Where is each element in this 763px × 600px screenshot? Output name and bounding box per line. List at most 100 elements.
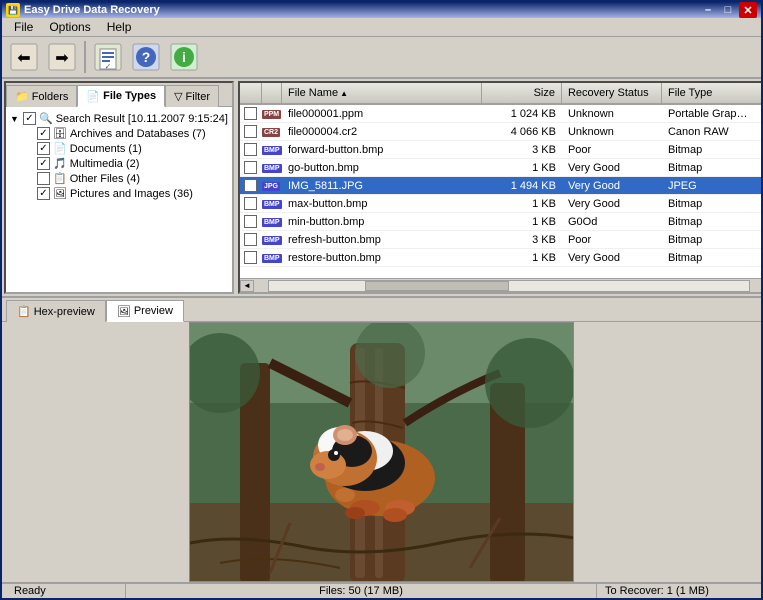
file-type-icon: JPG xyxy=(262,180,282,191)
menu-options[interactable]: Options xyxy=(41,18,98,36)
cell-status: Very Good xyxy=(562,251,662,265)
menu-help[interactable]: Help xyxy=(99,18,140,36)
scroll-left-arrow[interactable]: ◄ xyxy=(240,280,254,292)
forward-icon: ➡ xyxy=(48,43,76,71)
maximize-button[interactable]: □ xyxy=(719,2,737,18)
table-row[interactable]: BMP forward-button.bmp 3 KB Poor Bitmap xyxy=(240,141,762,159)
help-icon: ? xyxy=(132,43,160,71)
table-row[interactable]: BMP min-button.bmp 1 KB G0Od Bitmap xyxy=(240,213,762,231)
col-header-status[interactable]: Recovery Status xyxy=(562,83,662,103)
file-type-icon: CR2 xyxy=(262,126,282,137)
file-type-icon: BMP xyxy=(262,252,282,263)
file-type-icon: BMP xyxy=(262,144,282,155)
tree-item-archives[interactable]: ✓ 🗄 Archives and Databases (7) xyxy=(24,126,228,141)
svg-text:i: i xyxy=(182,49,186,65)
archives-checkbox[interactable]: ✓ xyxy=(37,127,50,140)
tab-filter[interactable]: ▽ Filter xyxy=(165,85,219,107)
documents-label: Documents (1) xyxy=(70,143,142,155)
col-type-label: File Type xyxy=(668,87,712,99)
tab-hex-preview[interactable]: 📋 Hex-preview xyxy=(6,300,106,322)
row-checkbox[interactable] xyxy=(240,233,262,246)
cell-filename: file000001.ppm xyxy=(282,107,482,121)
menu-file[interactable]: File xyxy=(6,18,41,36)
table-row[interactable]: ✓ JPG IMG_5811.JPG 1 494 KB Very Good JP… xyxy=(240,177,762,195)
info-button[interactable]: i xyxy=(166,39,202,75)
folder-tab-icon: 📁 xyxy=(15,90,29,103)
cell-status: Very Good xyxy=(562,161,662,175)
table-row[interactable]: BMP refresh-button.bmp 3 KB Poor Bitmap xyxy=(240,231,762,249)
multimedia-checkbox[interactable]: ✓ xyxy=(37,157,50,170)
info-icon: i xyxy=(170,43,198,71)
cell-type: Bitmap xyxy=(662,161,762,175)
table-row[interactable]: BMP go-button.bmp 1 KB Very Good Bitmap xyxy=(240,159,762,177)
cell-status: Poor xyxy=(562,233,662,247)
row-checkbox[interactable]: ✓ xyxy=(240,179,262,192)
cell-type: Bitmap xyxy=(662,215,762,229)
cell-filename: refresh-button.bmp xyxy=(282,233,482,247)
horizontal-scrollbar[interactable]: ◄ ► xyxy=(240,278,763,292)
tree-root[interactable]: ▼ ✓ 🔍 Search Result [10.11.2007 9:15:24] xyxy=(10,111,228,126)
cell-status: G0Od xyxy=(562,215,662,229)
tree-item-multimedia[interactable]: ✓ 🎵 Multimedia (2) xyxy=(24,156,228,171)
status-recover-text: To Recover: 1 (1 MB) xyxy=(605,585,709,597)
col-header-name[interactable]: File Name ▲ xyxy=(282,83,482,103)
status-ready: Ready xyxy=(6,584,126,598)
pictures-checkbox[interactable]: ✓ xyxy=(37,187,50,200)
folder-tab-label: Folders xyxy=(32,91,69,103)
tree-root-checkbox[interactable]: ✓ xyxy=(23,112,36,125)
col-header-size[interactable]: Size xyxy=(482,83,562,103)
tab-filetypes[interactable]: 📄 File Types xyxy=(77,85,165,107)
documents-checkbox[interactable]: ✓ xyxy=(37,142,50,155)
tree-item-other[interactable]: 📋 Other Files (4) xyxy=(24,171,228,186)
tree-root-expand[interactable]: ▼ xyxy=(10,114,20,124)
cell-type: Bitmap xyxy=(662,197,762,211)
sort-arrow-icon: ▲ xyxy=(340,89,348,98)
row-checkbox[interactable] xyxy=(240,161,262,174)
file-rows-area: PPM file000001.ppm 1 024 KB Unknown Port… xyxy=(240,105,762,278)
row-checkbox[interactable] xyxy=(240,125,262,138)
row-checkbox[interactable] xyxy=(240,107,262,120)
col-header-type[interactable]: File Type xyxy=(662,83,762,103)
title-bar: 💾 Easy Drive Data Recovery – □ ✕ xyxy=(2,2,761,18)
file-list-container: File Name ▲ Size Recovery Status File Ty… xyxy=(240,83,763,278)
table-row[interactable]: BMP max-button.bmp 1 KB Very Good Bitmap xyxy=(240,195,762,213)
row-checkbox[interactable] xyxy=(240,215,262,228)
tree-item-pictures[interactable]: ✓ 🖼 Pictures and Images (36) xyxy=(24,186,228,201)
toolbar-separator xyxy=(84,41,86,73)
table-row[interactable]: BMP restore-button.bmp 1 KB Very Good Bi… xyxy=(240,249,762,267)
preview-tab-bar: 📋 Hex-preview 🖼 Preview xyxy=(2,298,761,322)
close-button[interactable]: ✕ xyxy=(739,2,757,18)
table-row[interactable]: CR2 file000004.cr2 4 066 KB Unknown Cano… xyxy=(240,123,762,141)
svg-text:⬅: ⬅ xyxy=(17,50,30,67)
file-type-icon: BMP xyxy=(262,234,282,245)
file-type-icon: BMP xyxy=(262,216,282,227)
file-type-icon: BMP xyxy=(262,198,282,209)
horiz-scroll-track[interactable] xyxy=(268,280,750,292)
tab-folders[interactable]: 📁 Folders xyxy=(6,85,77,107)
minimize-button[interactable]: – xyxy=(699,2,717,18)
help-button[interactable]: ? xyxy=(128,39,164,75)
row-checkbox[interactable] xyxy=(240,143,262,156)
table-row[interactable]: PPM file000001.ppm 1 024 KB Unknown Port… xyxy=(240,105,762,123)
file-list-inner: File Name ▲ Size Recovery Status File Ty… xyxy=(240,83,762,278)
left-panel: 📁 Folders 📄 File Types ▽ Filter ▼ ✓ 🔍 xyxy=(4,81,234,294)
tree-item-documents[interactable]: ✓ 📄 Documents (1) xyxy=(24,141,228,156)
row-checkbox[interactable] xyxy=(240,197,262,210)
cell-size: 1 KB xyxy=(482,215,562,229)
cell-size: 3 KB xyxy=(482,233,562,247)
recover-icon: ✓ xyxy=(94,43,122,71)
cell-size: 1 024 KB xyxy=(482,107,562,121)
cell-type: Portable Grap… xyxy=(662,107,762,121)
forward-button[interactable]: ➡ xyxy=(44,39,80,75)
tab-preview[interactable]: 🖼 Preview xyxy=(106,300,184,322)
cell-status: Very Good xyxy=(562,179,662,193)
row-checkbox[interactable] xyxy=(240,251,262,264)
recover-button[interactable]: ✓ xyxy=(90,39,126,75)
pictures-icon: 🖼 xyxy=(53,187,67,200)
cell-size: 1 494 KB xyxy=(482,179,562,193)
back-button[interactable]: ⬅ xyxy=(6,39,42,75)
other-checkbox[interactable] xyxy=(37,172,50,185)
bottom-section: 📋 Hex-preview 🖼 Preview xyxy=(2,296,761,582)
hex-preview-icon: 📋 xyxy=(17,305,31,318)
horiz-scroll-thumb[interactable] xyxy=(365,281,509,291)
